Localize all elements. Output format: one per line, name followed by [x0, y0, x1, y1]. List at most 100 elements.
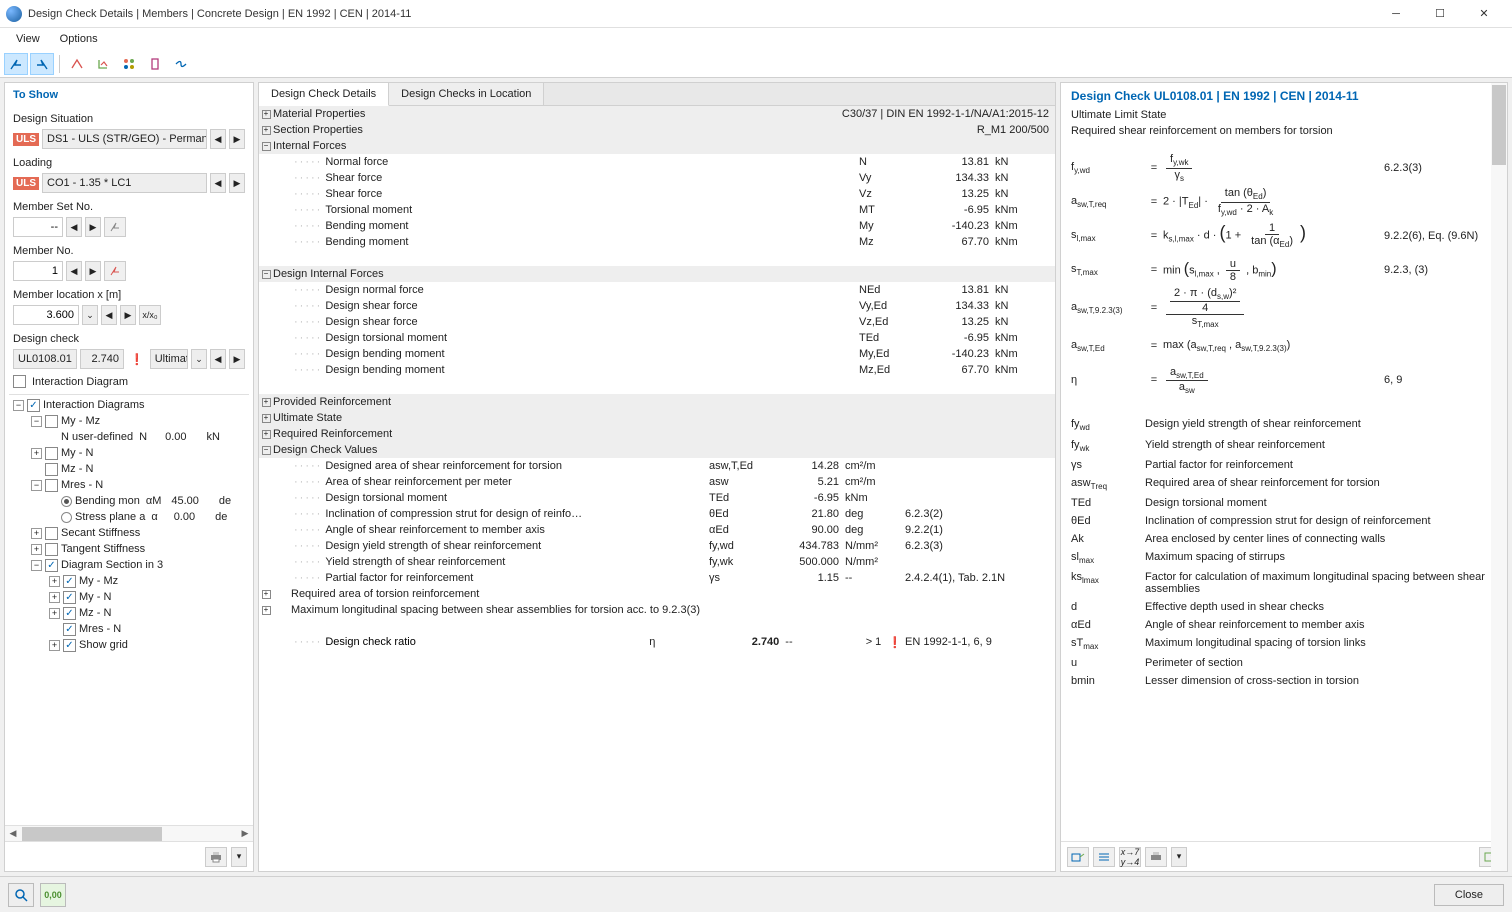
expand-icon[interactable]: − [262, 446, 271, 455]
check-prev[interactable]: ◀ [210, 349, 226, 369]
expand-icon[interactable]: − [262, 270, 271, 279]
formula-subtitle1: Ultimate Limit State [1071, 109, 1497, 121]
formula-title: Design Check UL0108.01 | EN 1992 | CEN |… [1071, 89, 1497, 103]
variable-row: aswTreqRequired area of shear reinforcem… [1071, 474, 1497, 494]
variable-row: bminLesser dimension of cross-section in… [1071, 672, 1497, 690]
interaction-checkbox-icon [13, 375, 26, 388]
minimize-button[interactable]: ─ [1374, 0, 1418, 28]
memberset-pick-icon[interactable] [104, 217, 126, 237]
memberno-label: Member No. [5, 239, 253, 259]
tool-arrow-left[interactable] [4, 53, 28, 75]
menu-options[interactable]: Options [50, 31, 108, 47]
loading-prev[interactable]: ◀ [210, 173, 226, 193]
check-code-field[interactable]: UL0108.01 [13, 349, 77, 369]
scroll-right-icon[interactable]: ▶ [237, 826, 253, 842]
maximize-button[interactable]: ☐ [1418, 0, 1462, 28]
scroll-left-icon[interactable]: ◀ [5, 826, 21, 842]
search-button[interactable] [8, 883, 34, 907]
interaction-tree[interactable]: −✓Interaction Diagrams −My - Mz N user-d… [9, 394, 249, 825]
tool-structure-2[interactable] [91, 53, 115, 75]
location-prev[interactable]: ◀ [101, 305, 117, 325]
design-check-label: Design check [5, 327, 253, 347]
variable-row: αEdAngle of shear reinforcement to membe… [1071, 616, 1497, 634]
memberno-pick-icon[interactable] [104, 261, 126, 281]
ratio-warning-icon: ❗ [885, 636, 905, 649]
main-area: To Show Design Situation ULS DS1 - ULS (… [0, 78, 1512, 876]
footer-print-button[interactable] [1145, 847, 1167, 867]
formula-content: Design Check UL0108.01 | EN 1992 | CEN |… [1061, 83, 1507, 841]
footer-tool-2[interactable] [1093, 847, 1115, 867]
left-footer: ▾ [5, 841, 253, 871]
memberno-input[interactable] [13, 261, 63, 281]
variable-row: fywdDesign yield strength of shear reinf… [1071, 415, 1497, 435]
location-next[interactable]: ▶ [120, 305, 136, 325]
print-button[interactable] [205, 847, 227, 867]
tool-section[interactable] [143, 53, 167, 75]
tabs: Design Check Details Design Checks in Lo… [259, 83, 1055, 106]
design-situation-dropdown[interactable]: DS1 - ULS (STR/GEO) - Permane... [42, 129, 207, 149]
check-type-dd[interactable]: ⌄ [191, 349, 207, 369]
tab-location[interactable]: Design Checks in Location [389, 83, 544, 105]
loading-next[interactable]: ▶ [229, 173, 245, 193]
location-dropdown[interactable]: ⌄ [82, 305, 98, 325]
precision-button[interactable]: 0,00 [40, 883, 66, 907]
check-warning-icon: ❗ [127, 353, 147, 366]
check-ratio-field: 2.740 [80, 349, 124, 369]
memberset-input[interactable] [13, 217, 63, 237]
window-title: Design Check Details | Members | Concret… [28, 8, 1374, 20]
details-grid[interactable]: +Material PropertiesC30/37 | DIN EN 1992… [259, 106, 1055, 871]
variable-row: TEdDesign torsional moment [1071, 494, 1497, 512]
footer-tool-1[interactable] [1067, 847, 1089, 867]
expand-icon[interactable]: + [262, 110, 271, 119]
situation-next[interactable]: ▶ [229, 129, 245, 149]
interaction-diagram-checkbox[interactable]: Interaction Diagram [5, 371, 253, 392]
check-next[interactable]: ▶ [229, 349, 245, 369]
main-toolbar [0, 50, 1512, 78]
expand-icon[interactable]: + [262, 414, 271, 423]
expand-icon[interactable]: + [262, 430, 271, 439]
close-button[interactable]: Close [1434, 884, 1504, 906]
footer-print-dropdown[interactable]: ▾ [1171, 847, 1187, 867]
location-xratio-icon[interactable]: x/x₀ [139, 305, 161, 325]
variable-row: slmaxMaximum spacing of stirrups [1071, 548, 1497, 568]
close-window-button[interactable]: ✕ [1462, 0, 1506, 28]
check-type-dropdown[interactable]: Ultimate Li... [150, 349, 188, 369]
tree-expand-icon[interactable]: − [13, 400, 24, 411]
scroll-thumb[interactable] [22, 827, 162, 841]
menu-view[interactable]: View [6, 31, 50, 47]
formula-v-scrollbar[interactable] [1491, 83, 1507, 871]
memberset-next[interactable]: ▶ [85, 217, 101, 237]
variable-row: sTmaxMaximum longitudinal spacing of tor… [1071, 634, 1497, 654]
location-label: Member location x [m] [5, 283, 253, 303]
expand-icon[interactable]: − [262, 142, 271, 151]
formula-subtitle2: Required shear reinforcement on members … [1071, 125, 1497, 137]
variable-row: fywkYield strength of shear reinforcemen… [1071, 436, 1497, 456]
print-dropdown[interactable]: ▾ [231, 847, 247, 867]
variable-row: AkArea enclosed by center lines of conne… [1071, 530, 1497, 548]
uls-badge-loading: ULS [13, 177, 39, 190]
expand-icon[interactable]: + [262, 126, 271, 135]
to-show-panel: To Show Design Situation ULS DS1 - ULS (… [4, 82, 254, 872]
tab-details[interactable]: Design Check Details [259, 83, 389, 106]
situation-prev[interactable]: ◀ [210, 129, 226, 149]
tool-structure-1[interactable] [65, 53, 89, 75]
tool-nodes[interactable] [117, 53, 141, 75]
location-input[interactable] [13, 305, 79, 325]
variable-table: fywdDesign yield strength of shear reinf… [1071, 415, 1497, 690]
tool-arrow-right[interactable] [30, 53, 54, 75]
formula-footer: x→7y→4 ▾ [1061, 841, 1507, 871]
loading-label: Loading [5, 151, 253, 171]
memberset-prev[interactable]: ◀ [66, 217, 82, 237]
loading-dropdown[interactable]: CO1 - 1.35 * LC1 [42, 173, 207, 193]
left-h-scrollbar[interactable]: ◀ ▶ [5, 825, 253, 841]
variable-row: dEffective depth used in shear checks [1071, 598, 1497, 616]
memberset-label: Member Set No. [5, 195, 253, 215]
footer-tool-3[interactable]: x→7y→4 [1119, 847, 1141, 867]
tool-curve[interactable] [169, 53, 193, 75]
variable-row: uPerimeter of section [1071, 654, 1497, 672]
memberno-prev[interactable]: ◀ [66, 261, 82, 281]
menubar: View Options [0, 28, 1512, 50]
expand-icon[interactable]: + [262, 398, 271, 407]
variable-row: θEdInclination of compression strut for … [1071, 512, 1497, 530]
memberno-next[interactable]: ▶ [85, 261, 101, 281]
